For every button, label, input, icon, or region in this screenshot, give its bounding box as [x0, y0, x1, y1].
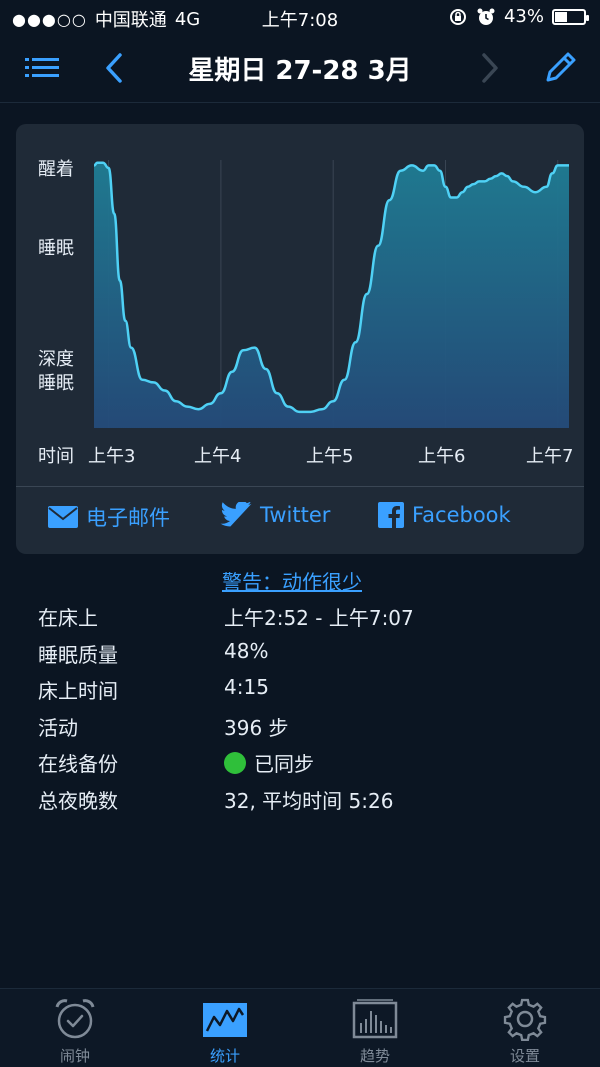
- status-right: 43%: [448, 6, 589, 27]
- sleep-stats: 在床上 上午2:52 - 上午7:07 睡眠质量 48% 床上时间 4:15 活…: [38, 598, 578, 818]
- x-tick-7am: 上午7: [526, 446, 574, 467]
- stat-label: 活动: [38, 715, 78, 740]
- trends-bars-icon: [352, 999, 398, 1039]
- tab-settings[interactable]: 设置: [450, 989, 600, 1067]
- tab-bar: 闹钟 统计 趋势 设置: [0, 988, 600, 1067]
- stat-online-backup: 在线备份 已同步: [38, 744, 578, 781]
- rotation-lock-icon: [449, 8, 466, 25]
- next-day-button[interactable]: [468, 48, 508, 88]
- stat-label: 总夜晚数: [38, 788, 118, 813]
- sleep-area: [94, 162, 569, 428]
- stat-label: 睡眠质量: [38, 642, 118, 667]
- backup-status-text: 已同步: [254, 752, 314, 777]
- battery-icon: [552, 8, 589, 25]
- x-axis-label: 时间: [38, 446, 74, 467]
- chevron-right-icon: [482, 53, 498, 83]
- tab-label: 统计: [209, 1047, 240, 1065]
- y-tick-deep-sleep: 深度 睡眠: [38, 349, 74, 394]
- tab-trends[interactable]: 趋势: [300, 989, 450, 1067]
- envelope-icon: [48, 506, 78, 528]
- stat-value: 48%: [224, 638, 269, 663]
- share-email-button[interactable]: 电子邮件: [48, 502, 170, 532]
- x-tick-6am: 上午6: [418, 446, 466, 467]
- stat-sleep-quality: 睡眠质量 48%: [38, 635, 578, 672]
- share-twitter-button[interactable]: Twitter: [220, 502, 330, 528]
- status-bar: ●●●○○ 中国联通 4G 上午7:08 43%: [0, 0, 600, 34]
- stat-label: 床上时间: [38, 679, 118, 704]
- share-twitter-label: Twitter: [260, 503, 331, 527]
- share-email-label: 电子邮件: [86, 506, 170, 530]
- share-row: 电子邮件 Twitter Facebook: [16, 502, 584, 538]
- synced-status-dot-icon: [224, 751, 246, 774]
- stat-value-backup: 已同步: [224, 748, 314, 777]
- tab-alarm[interactable]: 闹钟: [0, 989, 150, 1067]
- tab-label: 设置: [509, 1047, 540, 1065]
- battery-cap: [586, 14, 589, 21]
- page-title: 星期日 27-28 3月: [188, 56, 412, 86]
- gear-icon: [503, 998, 547, 1041]
- stat-total-nights: 总夜晚数 32, 平均时间 5:26: [38, 781, 578, 818]
- battery-fill: [555, 11, 568, 22]
- alarm-icon: [477, 8, 495, 25]
- stat-value: 4:15: [224, 675, 269, 700]
- x-tick-3am: 上午3: [88, 446, 136, 467]
- alarm-clock-icon: [55, 999, 95, 1039]
- stat-value: 396 步: [224, 715, 289, 740]
- stat-in-bed: 在床上 上午2:52 - 上午7:07: [38, 598, 578, 635]
- tab-label: 趋势: [359, 1047, 390, 1065]
- stat-activity: 活动 396 步: [38, 708, 578, 745]
- sleep-chart-svg: [93, 160, 569, 428]
- pencil-icon: [546, 52, 576, 82]
- battery-percent: 43%: [503, 6, 544, 27]
- nav-bar: 星期日 27-28 3月: [0, 34, 600, 103]
- x-tick-5am: 上午5: [306, 446, 354, 467]
- x-tick-4am: 上午4: [194, 446, 242, 467]
- card-divider: [16, 486, 584, 487]
- share-facebook-label: Facebook: [412, 503, 511, 527]
- facebook-icon: [378, 502, 404, 528]
- tab-stats[interactable]: 统计: [150, 989, 300, 1067]
- sleep-chart[interactable]: 醒着 睡眠 深度 睡眠 时间 上午3 上午4 上午5 上午6 上午7: [16, 124, 584, 486]
- share-facebook-button[interactable]: Facebook: [378, 502, 511, 528]
- stats-graph-icon: [203, 1003, 247, 1037]
- y-tick-awake: 醒着: [38, 159, 74, 180]
- sleep-chart-card: 醒着 睡眠 深度 睡眠 时间 上午3 上午4 上午5 上午6 上午7 电子邮件: [16, 124, 584, 554]
- twitter-bird-icon: [220, 502, 252, 527]
- stat-value: 32, 平均时间 5:26: [224, 788, 394, 813]
- screen: ●●●○○ 中国联通 4G 上午7:08 43% 星期日 27-28 3月 醒着…: [0, 0, 600, 1067]
- edit-button[interactable]: [540, 48, 580, 88]
- stat-label: 在床上: [38, 606, 98, 630]
- y-tick-sleep: 睡眠: [38, 238, 74, 259]
- stat-time-in-bed: 床上时间 4:15: [38, 671, 578, 708]
- tab-label: 闹钟: [59, 1047, 90, 1065]
- stat-label: 在线备份: [38, 752, 118, 777]
- stat-value: 上午2:52 - 上午7:07: [224, 606, 414, 630]
- low-movement-warning-link[interactable]: 警告：动作很少: [222, 566, 362, 595]
